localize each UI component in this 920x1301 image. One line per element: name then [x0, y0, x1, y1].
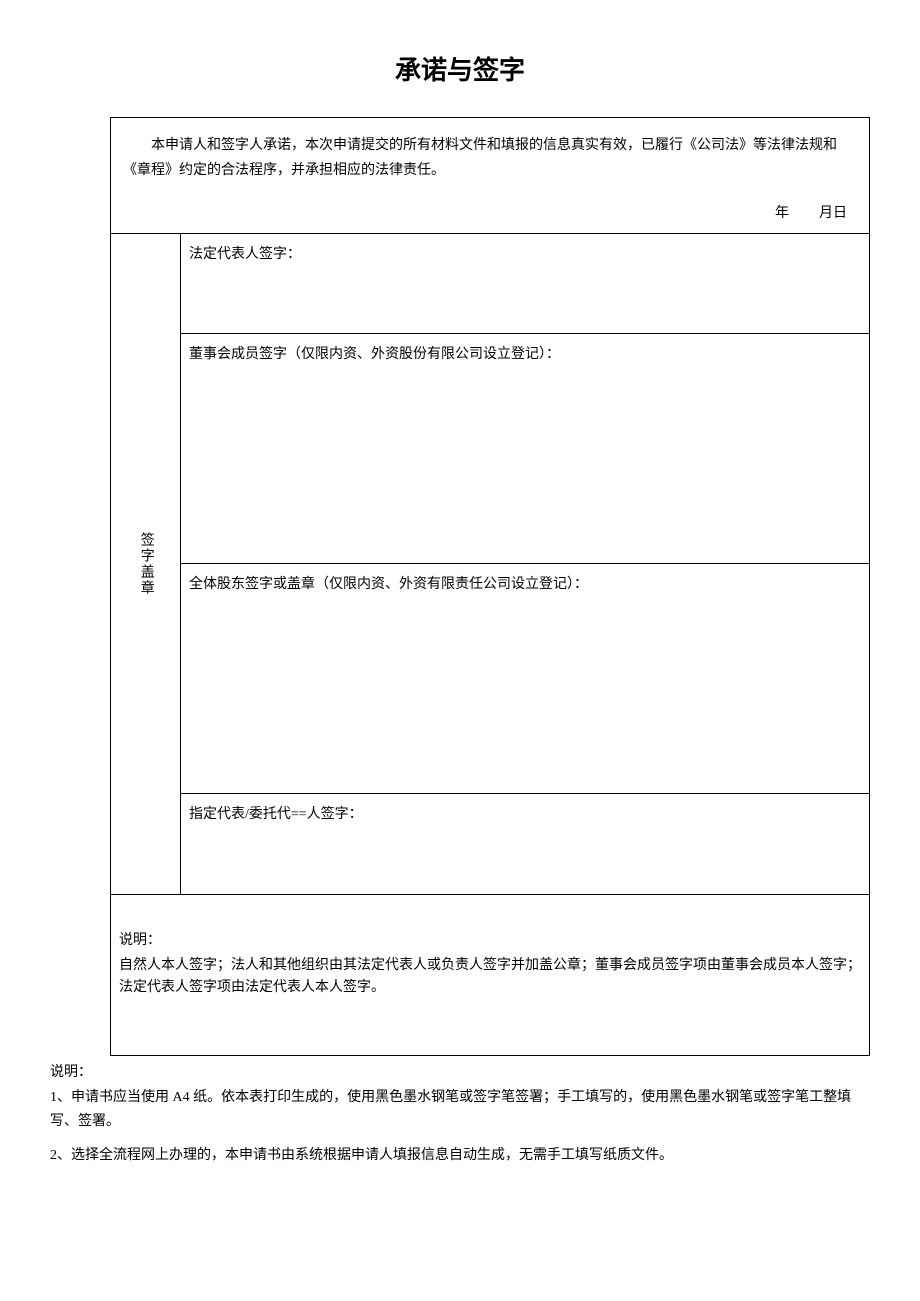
commitment-section: 本申请人和签字人承诺，本次申请提交的所有材料文件和填报的信息真实有效，已履行《公… — [111, 118, 869, 235]
footer-note-2: 2、选择全流程网上办理的，本申请书由系统根据申请人填报信息自动生成，无需手工填写… — [50, 1144, 870, 1168]
page-title: 承诺与签字 — [50, 50, 870, 92]
side-label-text: 签字盖章 — [134, 532, 156, 596]
explanation-section: 说明： 自然人本人签字；法人和其他组织由其法定代表人或负责人签字并加盖公章；董事… — [111, 895, 869, 1054]
date-line: 年 月日 — [123, 203, 857, 225]
board-signature-row: 董事会成员签字（仅限内资、外资股份有限公司设立登记）： — [181, 334, 869, 564]
commitment-text: 本申请人和签字人承诺，本次申请提交的所有材料文件和填报的信息真实有效，已履行《公… — [123, 133, 857, 183]
explanation-title: 说明： — [119, 930, 861, 952]
footer-title: 说明： — [50, 1062, 870, 1084]
shareholders-signature-row: 全体股东签字或盖章（仅限内资、外资有限责任公司设立登记）： — [181, 564, 869, 794]
board-label: 董事会成员签字（仅限内资、外资股份有限公司设立登记）： — [189, 347, 560, 362]
signature-area: 签字盖章 法定代表人签字： 董事会成员签字（仅限内资、外资股份有限公司设立登记）… — [111, 234, 869, 895]
agent-signature-row: 指定代表/委托代==人签字： — [181, 794, 869, 894]
side-label: 签字盖章 — [111, 234, 181, 894]
footer-note-1: 1、申请书应当使用 A4 纸。依本表打印生成的，使用黑色墨水钢笔或签字笔签署；手… — [50, 1086, 870, 1134]
legal-rep-signature-row: 法定代表人签字： — [181, 234, 869, 334]
main-box: 本申请人和签字人承诺，本次申请提交的所有材料文件和填报的信息真实有效，已履行《公… — [110, 117, 870, 1056]
legal-rep-label: 法定代表人签字： — [189, 247, 301, 262]
agent-label: 指定代表/委托代==人签字： — [189, 807, 363, 822]
month-day-label: 月日 — [819, 206, 847, 221]
shareholders-label: 全体股东签字或盖章（仅限内资、外资有限责任公司设立登记）： — [189, 577, 588, 592]
signature-rows: 法定代表人签字： 董事会成员签字（仅限内资、外资股份有限公司设立登记）： 全体股… — [181, 234, 869, 894]
explanation-body: 自然人本人签字；法人和其他组织由其法定代表人或负责人签字并加盖公章；董事会成员签… — [119, 955, 861, 1000]
year-label: 年 — [775, 206, 789, 221]
footer-notes: 说明： 1、申请书应当使用 A4 纸。依本表打印生成的，使用黑色墨水钢笔或签字笔… — [50, 1062, 870, 1168]
